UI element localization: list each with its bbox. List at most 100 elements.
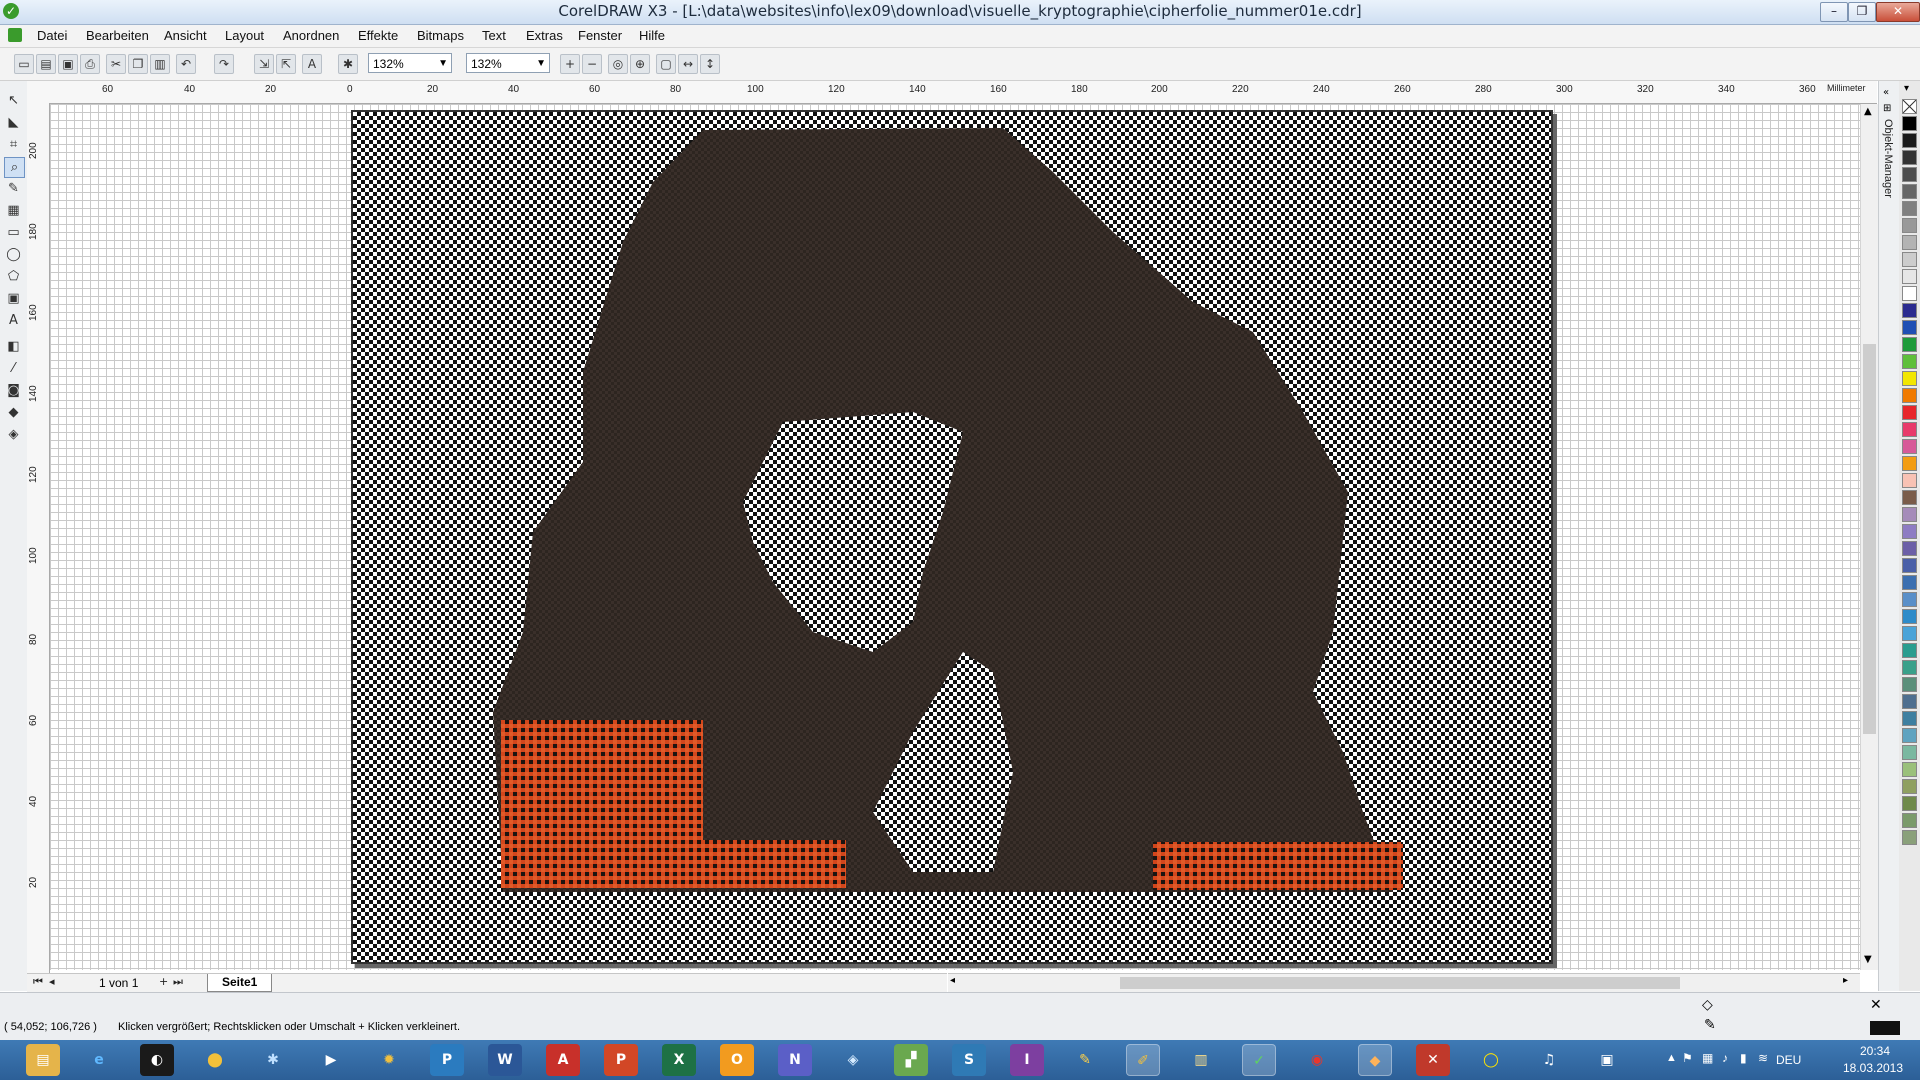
gear-app-icon[interactable]: ✹: [372, 1044, 406, 1076]
vertical-scrollbar[interactable]: ▲ ▼: [1860, 104, 1878, 970]
basic-shapes-tool-icon[interactable]: ▣: [4, 289, 23, 308]
ruler-app-icon[interactable]: ▥: [1184, 1044, 1218, 1076]
zoom-page-height-icon[interactable]: ↕: [700, 54, 720, 74]
ellipse-tool-icon[interactable]: ◯: [4, 245, 23, 264]
scroll-up-icon[interactable]: ▲: [1864, 106, 1872, 117]
polygon-tool-icon[interactable]: ⬠: [4, 267, 23, 286]
color-swatch[interactable]: [1902, 490, 1917, 505]
redo-icon[interactable]: ↷: [214, 54, 234, 74]
publisher-icon[interactable]: P: [430, 1044, 464, 1076]
app-icon[interactable]: ⬤: [198, 1044, 232, 1076]
word-icon[interactable]: W: [488, 1044, 522, 1076]
color-swatch[interactable]: [1902, 541, 1917, 556]
export-icon[interactable]: ⇱: [276, 54, 296, 74]
menu-ansicht[interactable]: Ansicht: [164, 28, 207, 43]
menu-effekte[interactable]: Effekte: [358, 28, 398, 43]
color-swatch[interactable]: [1902, 745, 1917, 760]
zoom-page-width-icon[interactable]: ↔: [678, 54, 698, 74]
app-icon[interactable]: ◉: [1300, 1044, 1334, 1076]
color-swatch[interactable]: [1902, 303, 1917, 318]
tray-expand-icon[interactable]: ▲: [1666, 1052, 1677, 1064]
horizontal-scrollbar-thumb[interactable]: [1120, 977, 1680, 989]
internet-explorer-icon[interactable]: e: [82, 1044, 116, 1076]
outline-tool-icon[interactable]: ◙: [4, 381, 23, 400]
color-swatch[interactable]: [1902, 813, 1917, 828]
color-swatch[interactable]: [1902, 796, 1917, 811]
horizontal-scrollbar[interactable]: ◂ ▸: [948, 973, 1860, 992]
color-swatch[interactable]: [1902, 286, 1917, 301]
zoom-out-icon[interactable]: −: [582, 54, 602, 74]
color-swatch[interactable]: [1902, 643, 1917, 658]
battery-icon[interactable]: ▮: [1740, 1051, 1747, 1065]
interactive-fill-tool-icon[interactable]: ◈: [4, 425, 23, 444]
color-swatch[interactable]: [1902, 235, 1917, 250]
color-swatch[interactable]: [1902, 269, 1917, 284]
app-icon[interactable]: ◯: [1474, 1044, 1508, 1076]
zoom-tool-icon[interactable]: ⌕: [4, 157, 25, 178]
fill-tool-icon[interactable]: ◆: [4, 403, 23, 422]
zoom-level-select[interactable]: 132% ▼: [368, 53, 452, 73]
color-swatch[interactable]: [1902, 252, 1917, 267]
app-icon[interactable]: ◆: [1358, 1044, 1392, 1076]
palette-menu-icon[interactable]: ▾: [1904, 83, 1909, 94]
color-swatch[interactable]: [1902, 473, 1917, 488]
pick-tool-icon[interactable]: ↖: [4, 91, 23, 110]
first-page-icon[interactable]: ⏮: [33, 975, 43, 989]
document-icon[interactable]: [8, 28, 22, 42]
settings-gear-icon[interactable]: ✱: [256, 1044, 290, 1076]
color-swatch[interactable]: [1902, 830, 1917, 845]
volume-icon[interactable]: ♪: [1722, 1051, 1728, 1065]
color-swatch[interactable]: [1902, 728, 1917, 743]
menu-hilfe[interactable]: Hilfe: [639, 28, 665, 43]
app-icon[interactable]: ◈: [836, 1044, 870, 1076]
object-manager-tab[interactable]: Objekt-Manager: [1882, 119, 1894, 198]
document-page[interactable]: [351, 110, 1553, 964]
color-swatch[interactable]: [1902, 524, 1917, 539]
vertical-ruler[interactable]: 200 180 160 140 120 100 80 60 40 20: [27, 103, 50, 991]
powerpoint-icon[interactable]: P: [604, 1044, 638, 1076]
menu-text[interactable]: Text: [482, 28, 506, 43]
text-tool-icon[interactable]: A: [4, 311, 23, 330]
color-swatch[interactable]: [1902, 439, 1917, 454]
zoom-levels-select[interactable]: 132% ▼: [466, 53, 550, 73]
object-manager-icon[interactable]: ⊞: [1883, 103, 1891, 114]
outline-color-swatch[interactable]: [1870, 1021, 1900, 1035]
color-swatch[interactable]: [1902, 184, 1917, 199]
minimize-button[interactable]: –: [1820, 2, 1848, 22]
print-icon[interactable]: ⎙: [80, 54, 100, 74]
color-swatch[interactable]: [1902, 116, 1917, 131]
scroll-left-icon[interactable]: ◂: [950, 975, 955, 986]
color-swatch[interactable]: [1902, 558, 1917, 573]
media-player-icon[interactable]: ▶: [314, 1044, 348, 1076]
eyedropper-tool-icon[interactable]: ⁄: [4, 359, 23, 378]
color-swatch[interactable]: [1902, 371, 1917, 386]
color-swatch[interactable]: [1902, 660, 1917, 675]
zoom-selected-icon[interactable]: ◎: [608, 54, 628, 74]
application-launcher-icon[interactable]: A: [302, 54, 322, 74]
add-page-icon[interactable]: +: [159, 975, 168, 988]
menu-bearbeiten[interactable]: Bearbeiten: [86, 28, 149, 43]
menu-bitmaps[interactable]: Bitmaps: [417, 28, 464, 43]
excel-icon[interactable]: X: [662, 1044, 696, 1076]
color-swatch[interactable]: [1902, 405, 1917, 420]
scroll-right-icon[interactable]: ▸: [1843, 975, 1848, 986]
music-icon[interactable]: ♫: [1532, 1044, 1566, 1076]
color-swatch[interactable]: [1902, 609, 1917, 624]
project-icon[interactable]: ▞: [894, 1044, 928, 1076]
clock-date[interactable]: 18.03.2013: [1838, 1061, 1908, 1075]
menu-layout[interactable]: Layout: [225, 28, 264, 43]
color-swatch[interactable]: [1902, 167, 1917, 182]
app-icon[interactable]: ◐: [140, 1044, 174, 1076]
import-icon[interactable]: ⇲: [254, 54, 274, 74]
color-swatch[interactable]: [1902, 320, 1917, 335]
restore-button[interactable]: ❐: [1848, 2, 1876, 22]
copy-icon[interactable]: ❐: [128, 54, 148, 74]
scroll-down-icon[interactable]: ▼: [1864, 954, 1872, 965]
onenote-icon[interactable]: N: [778, 1044, 812, 1076]
rectangle-tool-icon[interactable]: ▭: [4, 223, 23, 242]
network-icon[interactable]: ▦: [1702, 1051, 1713, 1065]
new-document-icon[interactable]: ▭: [14, 54, 34, 74]
access-icon[interactable]: A: [546, 1044, 580, 1076]
color-swatch[interactable]: [1902, 150, 1917, 165]
menu-anordnen[interactable]: Anordnen: [283, 28, 339, 43]
